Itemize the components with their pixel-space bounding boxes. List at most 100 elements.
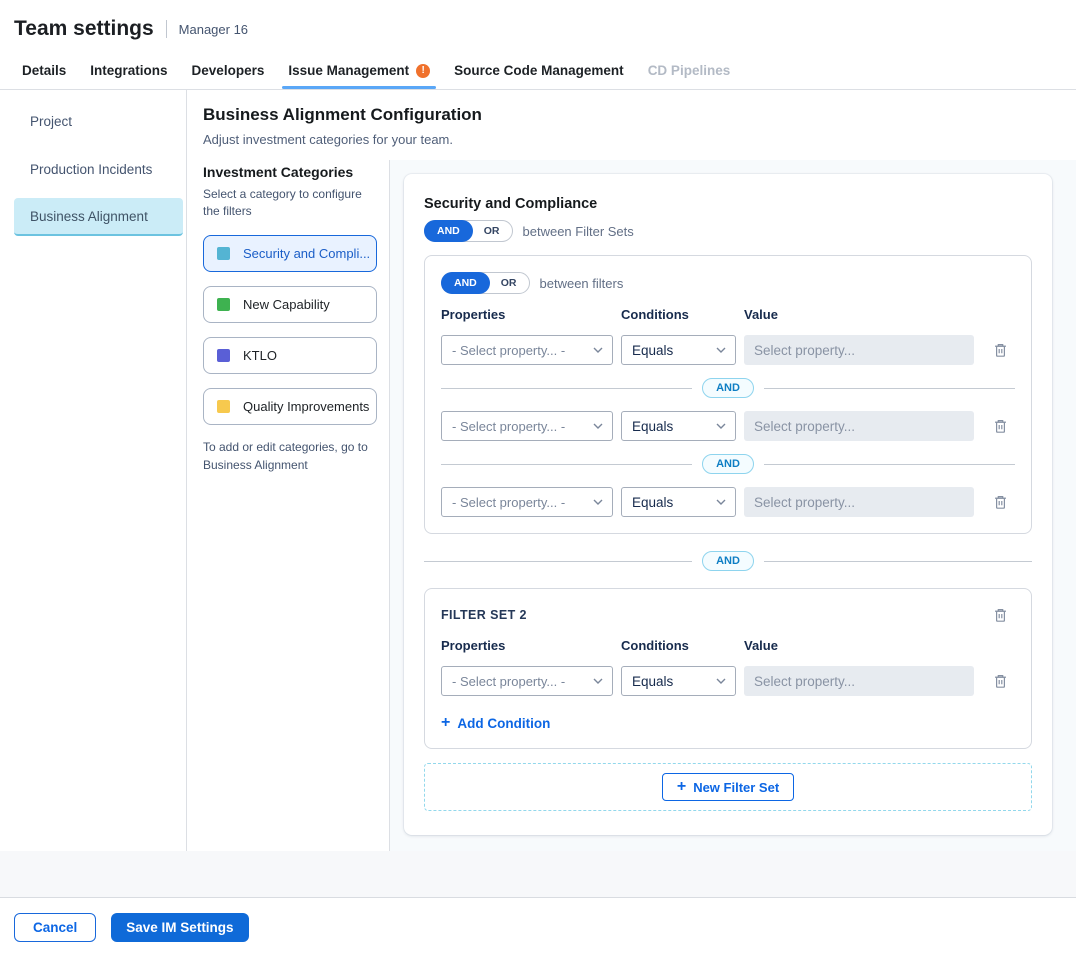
warning-badge-icon: ! — [416, 64, 430, 78]
tab-integrations[interactable]: Integrations — [78, 54, 179, 89]
new-filter-set-button[interactable]: + New Filter Set — [662, 773, 794, 801]
value-input[interactable] — [744, 666, 974, 696]
category-quality-improvements[interactable]: Quality Improvements — [203, 388, 377, 425]
new-filter-set-dropzone: + New Filter Set — [424, 763, 1032, 811]
delete-filter-button[interactable] — [991, 671, 1010, 691]
filter-row: - Select property... - Equals — [441, 666, 1015, 696]
filter-set-2-card: FILTER SET 2 Properties Conditions Value — [424, 588, 1032, 749]
property-select[interactable]: - Select property... - — [441, 335, 613, 365]
filter-row: - Select property... - Equals — [441, 411, 1015, 441]
tab-cd-pipelines: CD Pipelines — [636, 54, 743, 89]
filter-set-1-card: AND OR between filters Properties Condit… — [424, 255, 1032, 534]
chevron-down-icon — [716, 347, 726, 353]
category-security-and-compliance[interactable]: Security and Compli... — [203, 235, 377, 272]
and-connector: AND — [441, 378, 1015, 398]
category-color-swatch — [217, 349, 230, 362]
category-ktlo[interactable]: KTLO — [203, 337, 377, 374]
category-new-capability[interactable]: New Capability — [203, 286, 377, 323]
delete-filter-button[interactable] — [991, 416, 1010, 436]
plus-icon: + — [441, 715, 450, 731]
title-separator — [166, 20, 167, 38]
chevron-down-icon — [593, 499, 603, 505]
trash-icon — [993, 418, 1008, 434]
condition-select[interactable]: Equals — [621, 666, 736, 696]
toggle-and-option[interactable]: AND — [424, 220, 473, 242]
delete-filter-button[interactable] — [991, 340, 1010, 360]
section-title: Business Alignment Configuration — [203, 105, 1060, 125]
page-title: Team settings — [14, 17, 154, 41]
categories-description: Select a category to configure the filte… — [203, 186, 377, 221]
category-color-swatch — [217, 298, 230, 311]
toggle-or-option[interactable]: OR — [489, 273, 529, 293]
investment-categories-panel: Investment Categories Select a category … — [187, 160, 390, 851]
bottom-spacer — [0, 851, 1076, 898]
filter-row: - Select property... - Equals — [441, 487, 1015, 517]
categories-note: To add or edit categories, go to Busines… — [203, 438, 377, 474]
chevron-down-icon — [716, 499, 726, 505]
section-header: Business Alignment Configuration Adjust … — [187, 90, 1076, 160]
filter-row: - Select property... - Equals — [441, 335, 1015, 365]
add-condition-button[interactable]: + Add Condition — [441, 715, 550, 731]
tab-details[interactable]: Details — [10, 54, 78, 89]
section-subtitle: Adjust investment categories for your te… — [203, 132, 1060, 147]
chevron-down-icon — [716, 678, 726, 684]
condition-select[interactable]: Equals — [621, 411, 736, 441]
chevron-down-icon — [593, 423, 603, 429]
value-input[interactable] — [744, 411, 974, 441]
category-color-swatch — [217, 247, 230, 260]
trash-icon — [993, 673, 1008, 689]
settings-sidebar: Project Production Incidents Business Al… — [0, 90, 187, 851]
content-area: Project Production Incidents Business Al… — [0, 90, 1076, 851]
and-connector-pill: AND — [702, 551, 754, 571]
tab-issue-management[interactable]: Issue Management ! — [276, 54, 442, 89]
conditions-column-label: Conditions — [621, 307, 736, 322]
business-alignment-section: Business Alignment Configuration Adjust … — [187, 90, 1076, 851]
value-input[interactable] — [744, 335, 974, 365]
plus-icon: + — [677, 779, 686, 795]
trash-icon — [993, 607, 1008, 623]
sidebar-item-production-incidents[interactable]: Production Incidents — [14, 150, 183, 188]
toggle-and-option[interactable]: AND — [441, 272, 490, 294]
filter-config-panel: Security and Compliance AND OR between F… — [404, 174, 1052, 835]
delete-filter-button[interactable] — [991, 492, 1010, 512]
tab-source-code-management[interactable]: Source Code Management — [442, 54, 636, 89]
trash-icon — [993, 342, 1008, 358]
property-select[interactable]: - Select property... - — [441, 666, 613, 696]
selected-category-title: Security and Compliance — [424, 196, 1032, 212]
between-filters-label: between filters — [540, 276, 624, 291]
filters-and-or-toggle[interactable]: AND OR — [441, 272, 530, 294]
settings-tabbar: Details Integrations Developers Issue Ma… — [0, 54, 1076, 90]
sidebar-item-project[interactable]: Project — [14, 102, 183, 140]
condition-select[interactable]: Equals — [621, 335, 736, 365]
chevron-down-icon — [716, 423, 726, 429]
and-connector-pill: AND — [702, 454, 754, 474]
filter-columns-header: Properties Conditions Value — [441, 307, 1015, 322]
filter-set-2-title: FILTER SET 2 — [441, 605, 527, 622]
and-connector-pill: AND — [702, 378, 754, 398]
between-filter-sets-label: between Filter Sets — [523, 224, 634, 239]
categories-title: Investment Categories — [203, 164, 377, 180]
manager-label: Manager 16 — [179, 22, 248, 37]
tab-developers[interactable]: Developers — [180, 54, 277, 89]
filter-sets-and-or-toggle[interactable]: AND OR — [424, 220, 513, 242]
cancel-button[interactable]: Cancel — [14, 913, 96, 942]
and-connector: AND — [441, 454, 1015, 474]
save-im-settings-button[interactable]: Save IM Settings — [111, 913, 248, 942]
chevron-down-icon — [593, 678, 603, 684]
category-color-swatch — [217, 400, 230, 413]
sidebar-item-business-alignment[interactable]: Business Alignment — [14, 198, 183, 236]
property-select[interactable]: - Select property... - — [441, 411, 613, 441]
value-column-label: Value — [744, 307, 974, 322]
properties-column-label: Properties — [441, 638, 613, 653]
filter-columns-header: Properties Conditions Value — [441, 638, 1015, 653]
value-input[interactable] — [744, 487, 974, 517]
conditions-column-label: Conditions — [621, 638, 736, 653]
filter-config-area: Security and Compliance AND OR between F… — [390, 160, 1076, 851]
toggle-or-option[interactable]: OR — [472, 221, 512, 241]
team-settings-page: Team settings Manager 16 Details Integra… — [0, 0, 1076, 956]
and-connector-between-sets: AND — [424, 551, 1032, 571]
property-select[interactable]: - Select property... - — [441, 487, 613, 517]
page-header: Team settings Manager 16 — [0, 0, 1076, 54]
delete-filter-set-button[interactable] — [991, 605, 1010, 625]
condition-select[interactable]: Equals — [621, 487, 736, 517]
